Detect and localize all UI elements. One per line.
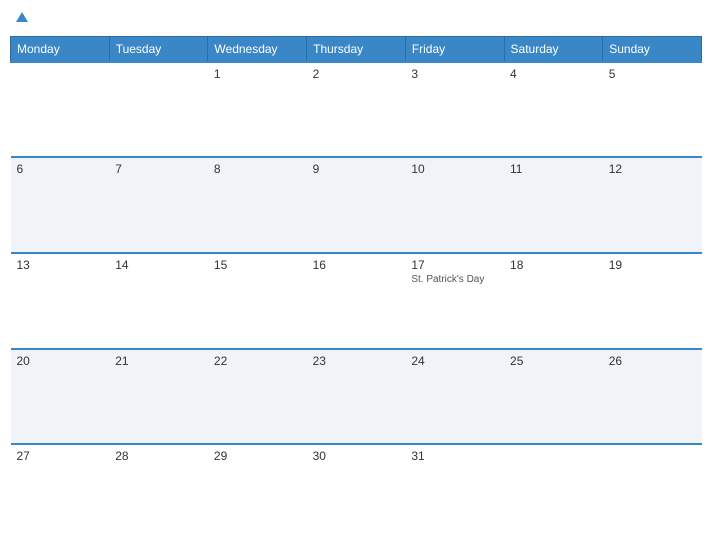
day-number: 16	[313, 258, 400, 272]
day-number: 26	[609, 354, 696, 368]
day-cell: 25	[504, 349, 603, 445]
week-row-1: 12345	[11, 62, 702, 158]
week-row-3: 13 14 15 16 17 St. Patrick's Day 18 19	[11, 253, 702, 349]
day-number: 3	[411, 67, 498, 81]
col-header-monday: Monday	[11, 36, 110, 62]
logo-general	[14, 10, 28, 28]
day-number: 29	[214, 449, 301, 463]
day-cell: 27	[11, 444, 110, 540]
day-cell: 20	[11, 349, 110, 445]
calendar-body: 1234567891011121314151617St. Patrick's D…	[11, 62, 702, 540]
col-header-tuesday: Tuesday	[109, 36, 208, 62]
day-number: 30	[313, 449, 400, 463]
header	[10, 10, 702, 28]
day-cell: 11	[504, 157, 603, 253]
day-cell: 30	[307, 444, 406, 540]
logo	[14, 10, 28, 28]
day-number: 19	[609, 258, 696, 272]
day-cell	[109, 62, 208, 158]
day-cell: 15	[208, 253, 307, 349]
col-header-sunday: Sunday	[603, 36, 702, 62]
day-cell: 12	[603, 157, 702, 253]
logo-triangle-icon	[16, 12, 28, 22]
day-cell: 21	[109, 349, 208, 445]
day-number: 14	[115, 258, 202, 272]
day-cell: 29	[208, 444, 307, 540]
week-row-2: 6789 10 11 12	[11, 157, 702, 253]
day-cell: 19	[603, 253, 702, 349]
day-cell: 14	[109, 253, 208, 349]
day-cell: 9	[307, 157, 406, 253]
day-number: 7	[115, 162, 202, 176]
col-header-friday: Friday	[405, 36, 504, 62]
day-number: 4	[510, 67, 597, 81]
day-cell: 26	[603, 349, 702, 445]
day-number: 23	[313, 354, 400, 368]
day-cell: 22	[208, 349, 307, 445]
day-number: 5	[609, 67, 696, 81]
day-cell: 7	[109, 157, 208, 253]
day-cell: 10	[405, 157, 504, 253]
day-number: 13	[17, 258, 104, 272]
day-number: 9	[313, 162, 400, 176]
day-cell: 23	[307, 349, 406, 445]
day-number: 22	[214, 354, 301, 368]
day-number: 11	[510, 162, 597, 176]
day-number: 18	[510, 258, 597, 272]
day-cell: 3	[405, 62, 504, 158]
day-cell	[504, 444, 603, 540]
day-cell: 1	[208, 62, 307, 158]
day-number: 20	[17, 354, 104, 368]
day-cell: 16	[307, 253, 406, 349]
day-number: 10	[411, 162, 498, 176]
day-number: 8	[214, 162, 301, 176]
calendar-header: MondayTuesdayWednesdayThursdayFridaySatu…	[11, 36, 702, 62]
day-number: 1	[214, 67, 301, 81]
day-number: 24	[411, 354, 498, 368]
day-cell: 31	[405, 444, 504, 540]
day-cell: 17 St. Patrick's Day	[405, 253, 504, 349]
col-header-saturday: Saturday	[504, 36, 603, 62]
day-number: 25	[510, 354, 597, 368]
calendar-wrapper: MondayTuesdayWednesdayThursdayFridaySatu…	[0, 0, 712, 550]
day-cell	[603, 444, 702, 540]
day-cell: 6	[11, 157, 110, 253]
day-cell: 2	[307, 62, 406, 158]
day-number: 12	[609, 162, 696, 176]
week-row-4: 20 21 22 23 24 25 26	[11, 349, 702, 445]
week-row-5: 27 28 29 30 31	[11, 444, 702, 540]
day-cell	[11, 62, 110, 158]
day-cell: 28	[109, 444, 208, 540]
day-cell: 5	[603, 62, 702, 158]
day-number: 21	[115, 354, 202, 368]
day-number: 2	[313, 67, 400, 81]
calendar-table: MondayTuesdayWednesdayThursdayFridaySatu…	[10, 36, 702, 540]
day-number: 28	[115, 449, 202, 463]
day-cell: 8	[208, 157, 307, 253]
day-cell: 24	[405, 349, 504, 445]
day-number: 15	[214, 258, 301, 272]
day-number: 17	[411, 258, 498, 272]
day-cell: 18	[504, 253, 603, 349]
day-cell: 4	[504, 62, 603, 158]
day-number: 6	[17, 162, 104, 176]
col-header-thursday: Thursday	[307, 36, 406, 62]
day-cell: 13	[11, 253, 110, 349]
day-number: 27	[17, 449, 104, 463]
event-label: St. Patrick's Day	[411, 274, 498, 285]
col-header-wednesday: Wednesday	[208, 36, 307, 62]
day-number: 31	[411, 449, 498, 463]
header-row: MondayTuesdayWednesdayThursdayFridaySatu…	[11, 36, 702, 62]
